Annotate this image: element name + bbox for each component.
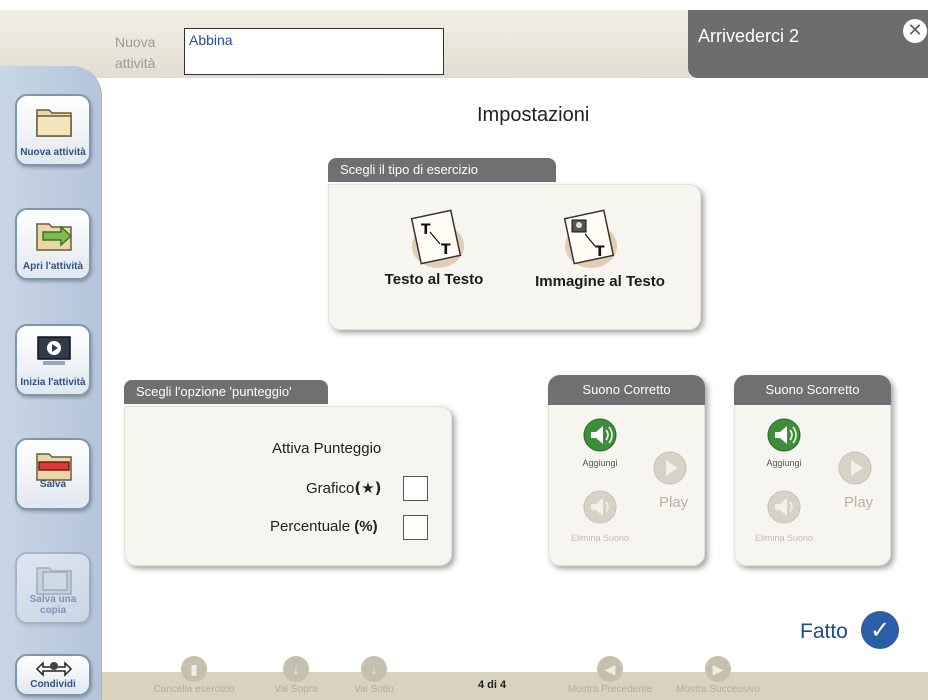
folder-icon [36, 109, 72, 137]
exercise-type-panel [328, 184, 701, 330]
text-to-text-icon: T T [410, 209, 464, 268]
svg-text:T: T [441, 242, 451, 258]
svg-text:T: T [421, 222, 431, 238]
check-icon[interactable]: ✓ [861, 611, 899, 649]
close-icon[interactable]: ✕ [903, 19, 927, 43]
sidebar-item-label: Nuova attività [20, 147, 86, 158]
move-down-button[interactable]: ↓ Vai Sotto [348, 656, 400, 695]
speaker-icon [767, 418, 801, 452]
new-activity-label: Nuova attività [115, 34, 156, 71]
sidebar-item-save-copy[interactable]: Salva una copia [15, 552, 91, 624]
score-graphic-row: Grafico(★) [306, 479, 382, 497]
exercise-type-tab: Scegli il tipo di esercizio [328, 158, 556, 182]
sidebar-item-label: Salva [39, 479, 67, 490]
delete-exercise-button[interactable]: ▮ Cancella esercizio [148, 656, 240, 695]
image-to-text-icon: T [563, 209, 617, 268]
show-previous-button[interactable]: ◀ Mostra Precedente [560, 656, 660, 695]
next-icon: ▶ [705, 656, 731, 682]
play-icon [838, 451, 872, 485]
sidebar-item-save[interactable]: Salva [15, 438, 91, 510]
show-next-button[interactable]: ▶ Mostra Successivo [668, 656, 768, 695]
sidebar-item-label: Salva una copia [29, 594, 77, 616]
sound-correct-title: Suono Corretto [548, 375, 705, 405]
speaker-icon [583, 490, 617, 524]
arrow-down-icon: ↓ [283, 656, 309, 682]
score-percent-label: Percentuale [270, 518, 351, 535]
percent-symbol: (%) [354, 518, 378, 535]
sidebar-item-share[interactable]: Condividi [15, 654, 91, 696]
exercise-option-label: Immagine al Testo [535, 273, 665, 290]
play-monitor-icon [37, 336, 71, 365]
score-tab: Scegli l'opzione 'punteggio' [124, 380, 328, 404]
nav-label: Mostra Precedente [567, 684, 653, 695]
trash-icon: ▮ [181, 656, 207, 682]
save-copy-icon [36, 567, 72, 595]
window-title: Arrivederci 2 [698, 26, 800, 46]
score-percent-row: Percentuale (%) [270, 518, 378, 535]
play-label: Play [659, 494, 689, 511]
nav-label: Vai Sotto [354, 684, 394, 695]
score-heading: Attiva Punteggio [272, 440, 382, 457]
nav-label: Cancella esercizio [153, 684, 235, 695]
add-sound-label: Aggiungi [766, 458, 802, 468]
done-label[interactable]: Fatto [800, 620, 848, 644]
sidebar-item-label: Inizia l'attività [20, 377, 86, 388]
exercise-option-label: Testo al Testo [384, 271, 484, 288]
sound-wrong-title: Suono Scorretto [734, 375, 891, 405]
add-sound-label: Aggiungi [582, 458, 618, 468]
move-up-button[interactable]: ↓ Vai Sopra [268, 656, 324, 695]
play-icon [653, 451, 687, 485]
svg-text:T: T [595, 244, 605, 260]
play-label: Play [844, 494, 874, 511]
percent-score-checkbox[interactable] [403, 515, 428, 540]
activity-name-input[interactable]: Abbina [184, 28, 444, 75]
save-folder-icon [36, 453, 72, 481]
sidebar-item-new-activity[interactable]: Nuova attività [15, 94, 91, 166]
delete-sound-label: Elimina Suono [754, 533, 814, 543]
arrow-down-icon: ↓ [361, 656, 387, 682]
speaker-icon [767, 490, 801, 524]
speaker-icon [583, 418, 617, 452]
share-icon [35, 661, 73, 677]
sidebar-item-start-activity[interactable]: Inizia l'attività [15, 324, 91, 396]
sidebar-item-label: Apri l'attività [22, 261, 84, 272]
sidebar-item-label: Condividi [30, 679, 76, 690]
star-icon: (★) [354, 479, 382, 497]
previous-icon: ◀ [597, 656, 623, 682]
page-indicator: 4 di 4 [478, 679, 507, 691]
delete-sound-label: Elimina Suono [570, 533, 630, 543]
score-graphic-label: Grafico [306, 480, 355, 497]
open-folder-icon [36, 223, 73, 251]
graphic-score-checkbox[interactable] [403, 476, 428, 501]
nav-label: Vai Sopra [274, 684, 318, 695]
nav-label: Mostra Successivo [676, 684, 760, 695]
page-title: Impostazioni [477, 104, 590, 126]
sidebar-item-open-activity[interactable]: Apri l'attività [15, 208, 91, 280]
